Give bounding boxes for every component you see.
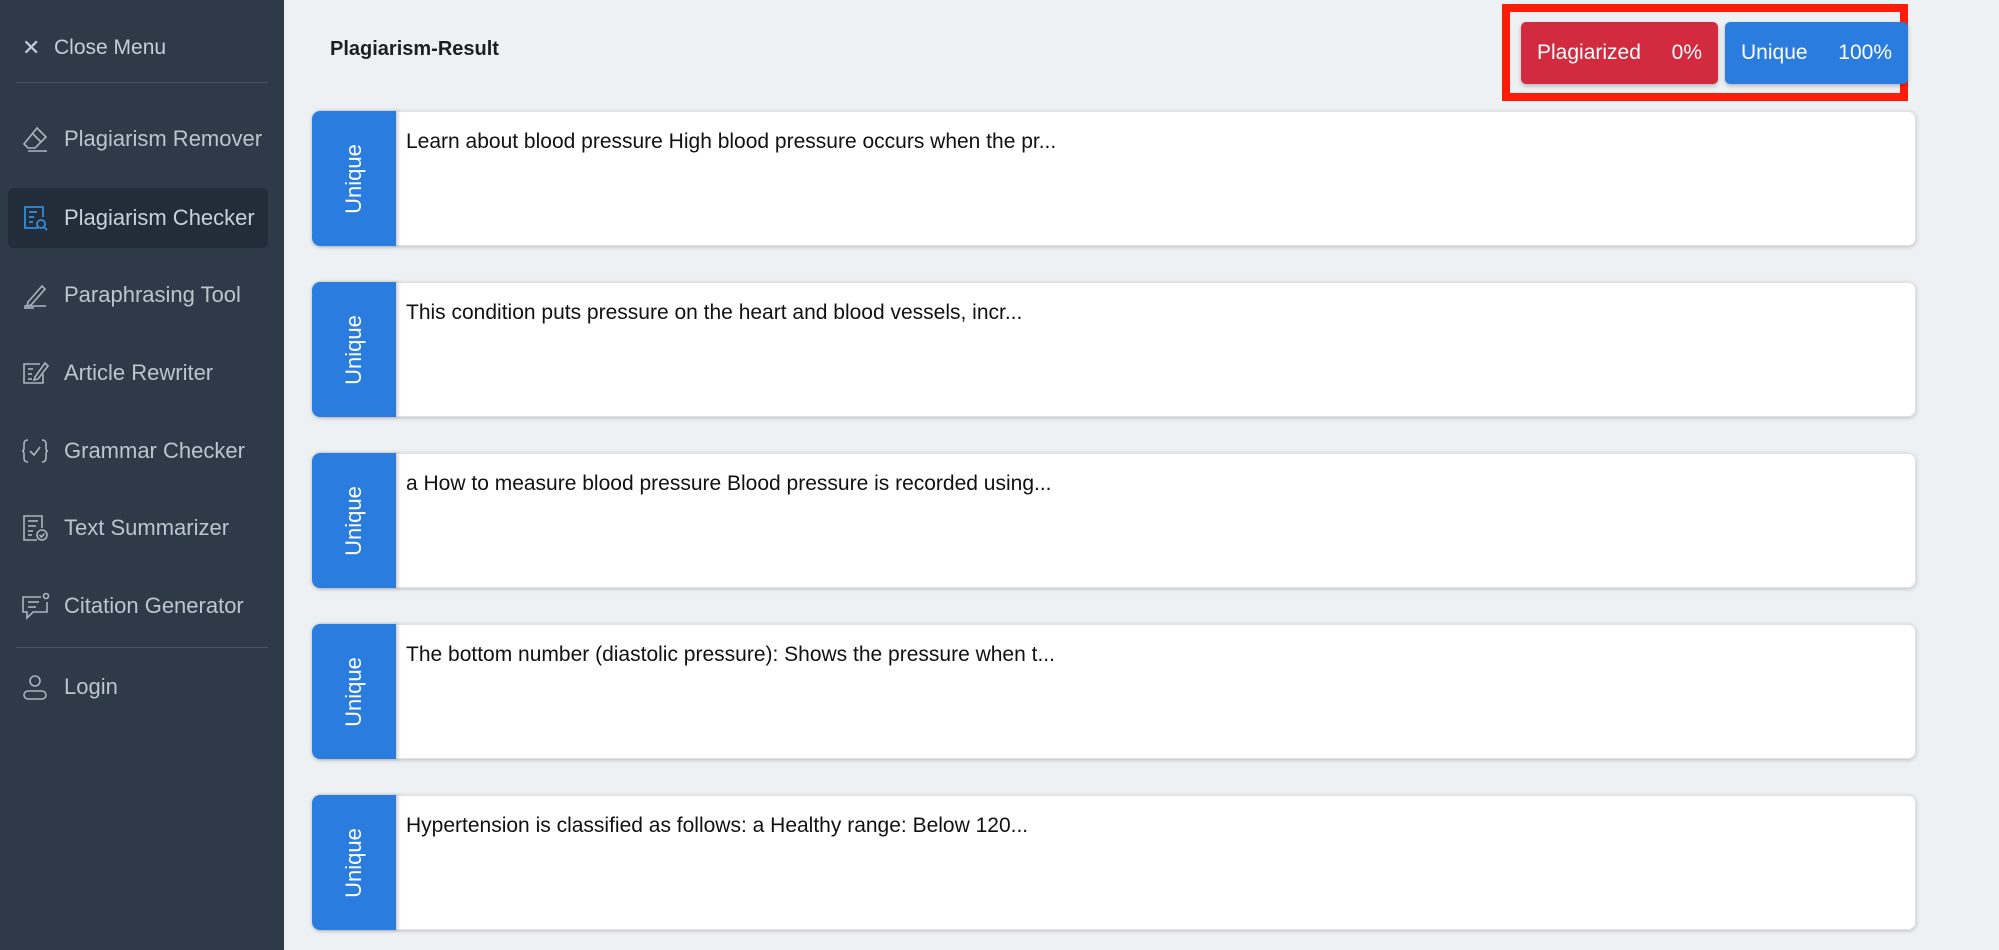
sidebar-divider <box>16 647 268 648</box>
sidebar-item-label: Article Rewriter <box>64 360 214 385</box>
status-badge: Unique <box>312 795 396 930</box>
status-badge: Unique <box>312 624 396 759</box>
login-button[interactable]: Login <box>8 657 268 717</box>
sidebar-item-label: Citation Generator <box>64 593 244 618</box>
sidebar-divider <box>16 82 268 83</box>
sidebar-item-label: Paraphrasing Tool <box>64 282 241 307</box>
result-text: a How to measure blood pressure Blood pr… <box>396 453 1916 588</box>
eraser-icon <box>20 124 50 154</box>
sidebar-item-citation-generator[interactable]: Citation Generator <box>8 576 268 636</box>
sidebar-item-label: Plagiarism Checker <box>64 205 255 230</box>
sidebar-item-plagiarism-checker[interactable]: Plagiarism Checker <box>8 188 268 248</box>
result-card[interactable]: Unique Learn about blood pressure High b… <box>312 111 1916 246</box>
sidebar-item-article-rewriter[interactable]: Article Rewriter <box>8 343 268 403</box>
plagiarized-label: Plagiarized <box>1537 41 1641 64</box>
sidebar-item-label: Text Summarizer <box>64 515 230 540</box>
result-card[interactable]: Unique The bottom number (diastolic pres… <box>312 624 1916 759</box>
unique-value: 100% <box>1838 41 1892 64</box>
message-quote-icon <box>20 591 50 621</box>
result-card[interactable]: Unique This condition puts pressure on t… <box>312 282 1916 417</box>
sidebar-item-text-summarizer[interactable]: Text Summarizer <box>8 498 268 558</box>
document-search-icon <box>20 203 50 233</box>
pencil-icon <box>20 280 50 310</box>
status-badge: Unique <box>312 282 396 417</box>
close-menu-button[interactable]: ✕ Close Menu <box>22 30 166 66</box>
sidebar: ✕ Close Menu Plagiarism Remover Plagiari… <box>0 0 284 950</box>
sidebar-item-label: Plagiarism Remover <box>64 126 263 151</box>
result-card[interactable]: Unique Hypertension is classified as fol… <box>312 795 1916 930</box>
unique-label: Unique <box>1741 41 1808 64</box>
close-menu-label: Close Menu <box>54 36 167 59</box>
result-card[interactable]: Unique a How to measure blood pressure B… <box>312 453 1916 588</box>
unique-stat-button[interactable]: Unique 100% <box>1725 22 1908 84</box>
sidebar-item-grammar-checker[interactable]: Grammar Checker <box>8 421 268 481</box>
user-icon <box>20 672 50 702</box>
close-icon: ✕ <box>22 35 41 60</box>
result-text: This condition puts pressure on the hear… <box>396 282 1916 417</box>
result-text: Hypertension is classified as follows: a… <box>396 795 1916 930</box>
status-badge: Unique <box>312 453 396 588</box>
status-label: Unique <box>341 314 366 385</box>
sidebar-item-label: Grammar Checker <box>64 438 245 463</box>
plagiarized-stat-button[interactable]: Plagiarized 0% <box>1521 22 1718 84</box>
status-label: Unique <box>341 827 366 898</box>
main-content: Plagiarism-Result Plagiarized 0% Unique … <box>284 0 1999 950</box>
status-label: Unique <box>341 485 366 556</box>
sidebar-item-plagiarism-remover[interactable]: Plagiarism Remover <box>8 109 268 169</box>
status-label: Unique <box>341 656 366 727</box>
result-text: Learn about blood pressure High blood pr… <box>396 111 1916 246</box>
plagiarized-value: 0% <box>1671 41 1702 64</box>
sidebar-item-paraphrasing-tool[interactable]: Paraphrasing Tool <box>8 265 268 325</box>
edit-document-icon <box>20 358 50 388</box>
login-label: Login <box>64 674 118 699</box>
braces-check-icon <box>20 436 50 466</box>
status-badge: Unique <box>312 111 396 246</box>
document-check-icon <box>20 513 50 543</box>
result-text: The bottom number (diastolic pressure): … <box>396 624 1916 759</box>
page-title: Plagiarism-Result <box>330 38 499 60</box>
status-label: Unique <box>341 143 366 214</box>
